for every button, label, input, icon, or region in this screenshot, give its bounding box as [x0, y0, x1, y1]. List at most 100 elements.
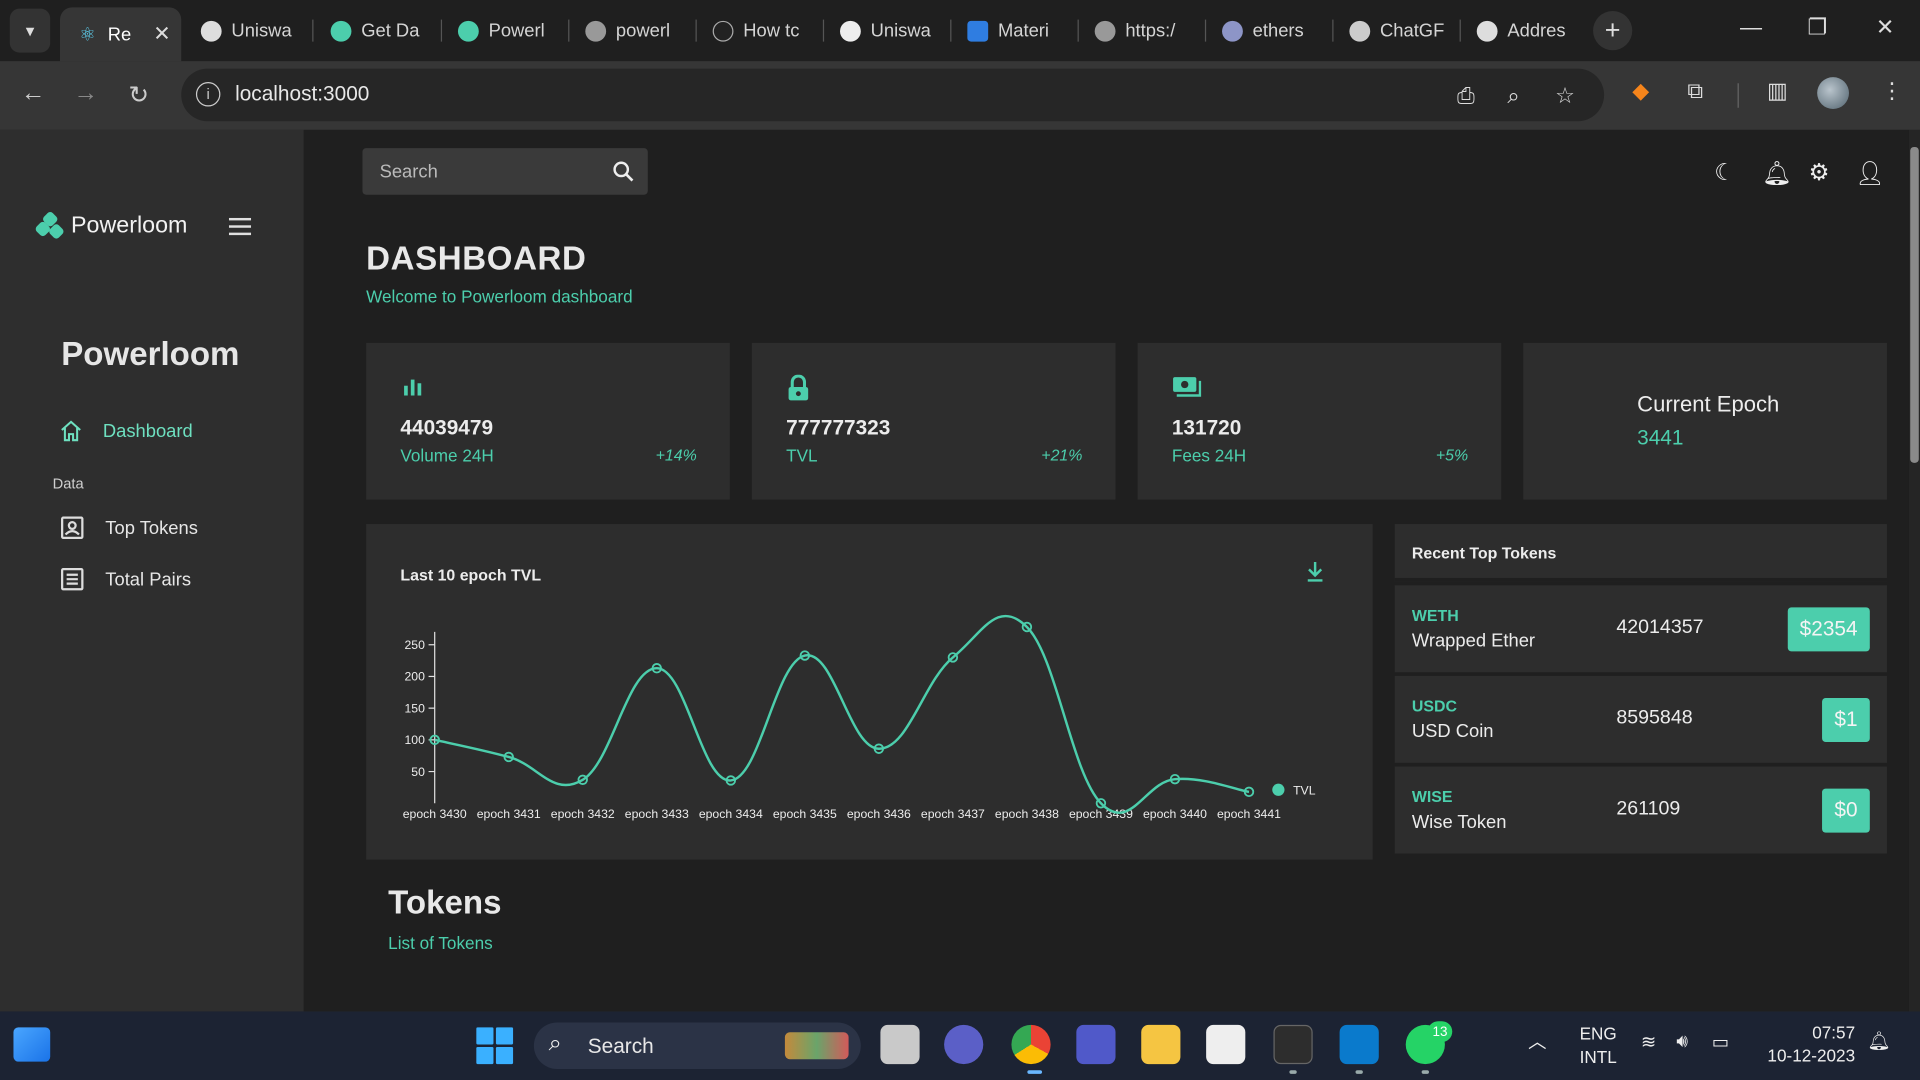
search-icon[interactable] [611, 159, 635, 183]
bar-chart-icon [400, 375, 424, 407]
stat-card-tvl: 777777323 TVL +21% [751, 342, 1116, 500]
token-price-badge: $1 [1822, 697, 1870, 743]
vscode-icon[interactable] [1339, 1024, 1379, 1065]
microsoft-store-icon[interactable] [1206, 1024, 1246, 1065]
settings-icon[interactable]: ⚙ [1809, 159, 1830, 187]
close-tab-icon[interactable]: ✕ [153, 22, 170, 46]
forward-icon[interactable]: → [73, 80, 97, 108]
search-icon: ⌕ [548, 1031, 562, 1057]
stat-change: +21% [1041, 445, 1083, 465]
sidebar-item-top-tokens[interactable]: Top Tokens [59, 514, 198, 541]
chrome-icon[interactable] [1011, 1024, 1051, 1065]
legend-swatch [1272, 783, 1285, 796]
stat-change: +5% [1435, 445, 1469, 465]
powerloom-icon [330, 20, 352, 42]
dark-mode-icon[interactable]: ☾ [1714, 159, 1735, 187]
sidebar-item-total-pairs[interactable]: Total Pairs [59, 566, 191, 593]
github-icon [840, 20, 861, 42]
profile-avatar[interactable] [1817, 77, 1849, 109]
new-tab-button[interactable]: + [1593, 11, 1633, 51]
browser-tab[interactable]: How tc [696, 7, 823, 54]
scrollbar-thumb[interactable] [1910, 146, 1919, 463]
x-tick-label: epoch 3431 [477, 807, 541, 821]
tab-search-button[interactable]: ▾ [9, 8, 51, 53]
nav-section-label: Data [52, 475, 84, 493]
token-amount: 42014357 [1616, 617, 1704, 638]
stat-value: 131720 [1171, 416, 1242, 440]
zoom-icon[interactable]: ⌕ [1507, 83, 1519, 109]
ethers-icon [1222, 20, 1243, 42]
browser-tab[interactable]: Powerl [441, 7, 568, 54]
address-bar[interactable]: i localhost:3000 ⎙ ⌕ ☆ [181, 68, 1605, 122]
main-content: ☾ 🔔︎ ⚙ 👤︎ DASHBOARD Welcome to Powerloom… [303, 129, 1909, 1012]
browser-tab[interactable]: powerl [568, 7, 695, 54]
task-view-icon[interactable] [880, 1024, 920, 1065]
page-scrollbar[interactable] [1908, 129, 1920, 1012]
menu-toggle-icon[interactable] [228, 217, 252, 240]
sidebar-item-dashboard[interactable]: Dashboard [59, 419, 193, 443]
start-button[interactable] [476, 1027, 514, 1065]
minimize-icon[interactable]: — [1740, 15, 1762, 41]
browser-menu-icon[interactable]: ⋮ [1881, 78, 1903, 104]
browser-tab[interactable]: https:/ [1078, 7, 1205, 54]
chatgpt-icon [1349, 20, 1371, 42]
close-window-icon[interactable]: ✕ [1876, 15, 1894, 41]
x-tick-label: epoch 3434 [699, 807, 763, 821]
token-row[interactable]: USDC USD Coin 8595848 $1 [1394, 675, 1887, 763]
search-input[interactable] [362, 148, 602, 195]
volume-icon[interactable]: 🔊︎ [1676, 1031, 1688, 1052]
tray-overflow-icon[interactable]: ︿ [1528, 1029, 1546, 1055]
screen: ▾ ⚛ Re ✕ Uniswa Get Da Powerl powerl How… [0, 0, 1920, 1080]
browser-tab[interactable]: Uniswa [823, 7, 950, 54]
browser-tab[interactable]: Addres [1460, 7, 1587, 54]
browser-tab[interactable]: ChatGF [1332, 7, 1459, 54]
notifications-icon[interactable]: 🔔︎ [1762, 159, 1792, 188]
browser-tab[interactable]: Get Da [313, 7, 440, 54]
home-icon [61, 420, 81, 442]
mui-icon [967, 20, 989, 42]
token-amount: 261109 [1616, 798, 1681, 820]
metamask-icon[interactable]: ◆ [1632, 78, 1649, 104]
stat-label: Volume 24H [400, 445, 494, 466]
stat-label: Fees 24H [1171, 445, 1247, 466]
terminal-icon[interactable] [1273, 1024, 1313, 1065]
money-icon [1172, 375, 1202, 407]
reload-icon[interactable]: ↻ [129, 80, 150, 111]
taskbar-search[interactable]: ⌕ Search [533, 1022, 861, 1069]
legend-label: TVL [1293, 784, 1316, 798]
bookmark-star-icon[interactable]: ☆ [1555, 83, 1575, 109]
side-panel-icon[interactable]: ▥ [1767, 78, 1788, 104]
stat-change: +14% [655, 445, 697, 465]
browser-tab[interactable]: ethers [1205, 7, 1332, 54]
page-subtitle: Welcome to Powerloom dashboard [366, 286, 633, 307]
wifi-icon[interactable]: ≋ [1641, 1031, 1656, 1053]
language-indicator[interactable]: ENG INTL [1580, 1022, 1617, 1069]
file-explorer-icon[interactable] [1141, 1024, 1181, 1065]
uniswap-icon [200, 20, 222, 42]
token-row[interactable]: WISE Wise Token 261109 $0 [1394, 766, 1887, 854]
browser-tab[interactable]: Uniswa [184, 7, 311, 54]
token-row[interactable]: WETH Wrapped Ether 42014357 $2354 [1394, 585, 1887, 673]
widgets-icon[interactable] [13, 1027, 51, 1062]
extensions-icon[interactable]: ⧉ [1687, 78, 1703, 104]
install-app-icon[interactable]: ⎙ [1457, 83, 1475, 109]
user-icon[interactable]: 👤︎ [1855, 159, 1885, 188]
whatsapp-badge: 13 [1427, 1021, 1453, 1043]
clock[interactable]: 07:57 10-12-2023 [1763, 1021, 1855, 1068]
restore-icon[interactable]: ❐ [1807, 15, 1827, 41]
stat-value: 44039479 [400, 416, 494, 440]
teams-icon[interactable] [1076, 1024, 1116, 1065]
code-icon [712, 20, 734, 42]
site-info-icon[interactable]: i [195, 82, 221, 107]
browser-toolbar: ← → ↻ i localhost:3000 ⎙ ⌕ ☆ ◆ ⧉ ▥ ⋮ [0, 61, 1920, 130]
notification-bell-icon[interactable]: 🔔︎ [1867, 1030, 1890, 1052]
browser-tab[interactable]: Materi [950, 7, 1077, 54]
stat-card-fees: 131720 Fees 24H +5% [1137, 342, 1502, 500]
teams-chat-icon[interactable] [944, 1024, 984, 1065]
battery-icon[interactable]: ▭ [1712, 1031, 1729, 1053]
browser-tab-active[interactable]: ⚛ Re ✕ [60, 7, 182, 62]
url-text[interactable]: localhost:3000 [235, 82, 369, 106]
back-icon[interactable]: ← [21, 80, 45, 108]
stat-label: TVL [786, 445, 818, 466]
powerloom-icon [457, 20, 479, 42]
